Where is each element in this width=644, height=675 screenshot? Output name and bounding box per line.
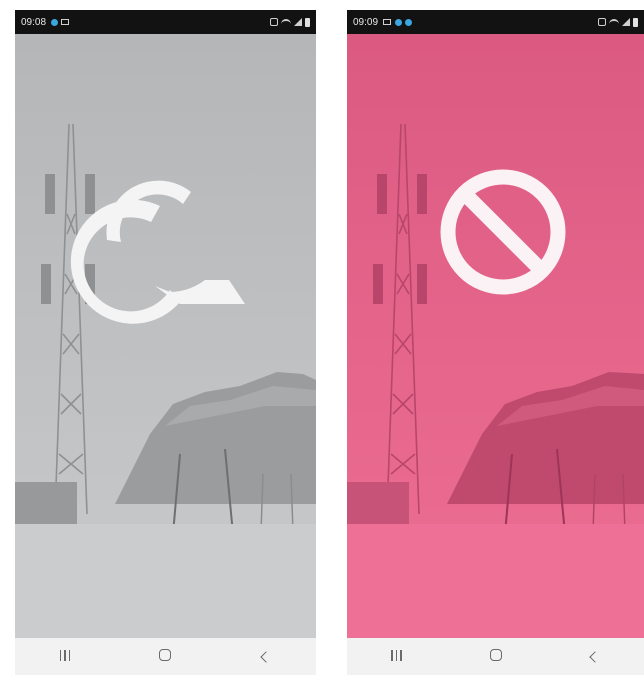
image-notification-icon (383, 19, 392, 25)
phone-screen-left: 09:08 (15, 10, 316, 675)
status-bar: 09:09 (347, 10, 644, 34)
recent-apps-button[interactable] (377, 648, 417, 665)
background-scene (347, 34, 644, 638)
recent-apps-icon (391, 650, 402, 661)
back-button[interactable] (575, 648, 615, 665)
wifi-icon (609, 18, 619, 26)
phone-screen-right: 09:09 (347, 10, 644, 675)
background-scene (15, 34, 316, 638)
status-time: 09:09 (353, 16, 379, 28)
wifi-icon (281, 18, 291, 26)
battery-icon (633, 17, 638, 27)
back-icon (260, 651, 272, 663)
home-icon (489, 649, 502, 661)
signal-icon (622, 18, 630, 26)
home-button[interactable] (476, 648, 516, 665)
mute-icon (270, 18, 278, 26)
mute-icon (598, 18, 606, 26)
notification-icon (395, 18, 403, 26)
navigation-bar (15, 638, 316, 675)
status-bar: 09:08 (15, 10, 316, 34)
notification-icon (51, 18, 59, 26)
status-time: 09:08 (21, 16, 47, 28)
notification-icon (405, 18, 413, 26)
home-icon (159, 649, 172, 661)
navigation-bar (347, 638, 644, 675)
splash-screen (15, 34, 316, 638)
recent-apps-button[interactable] (45, 648, 85, 665)
signal-icon (294, 18, 302, 26)
recent-apps-icon (59, 650, 71, 661)
image-notification-icon (61, 19, 70, 25)
back-button[interactable] (246, 648, 286, 665)
battery-icon (305, 17, 310, 27)
home-button[interactable] (145, 648, 185, 665)
blocked-screen (347, 34, 644, 638)
back-icon (588, 651, 601, 663)
